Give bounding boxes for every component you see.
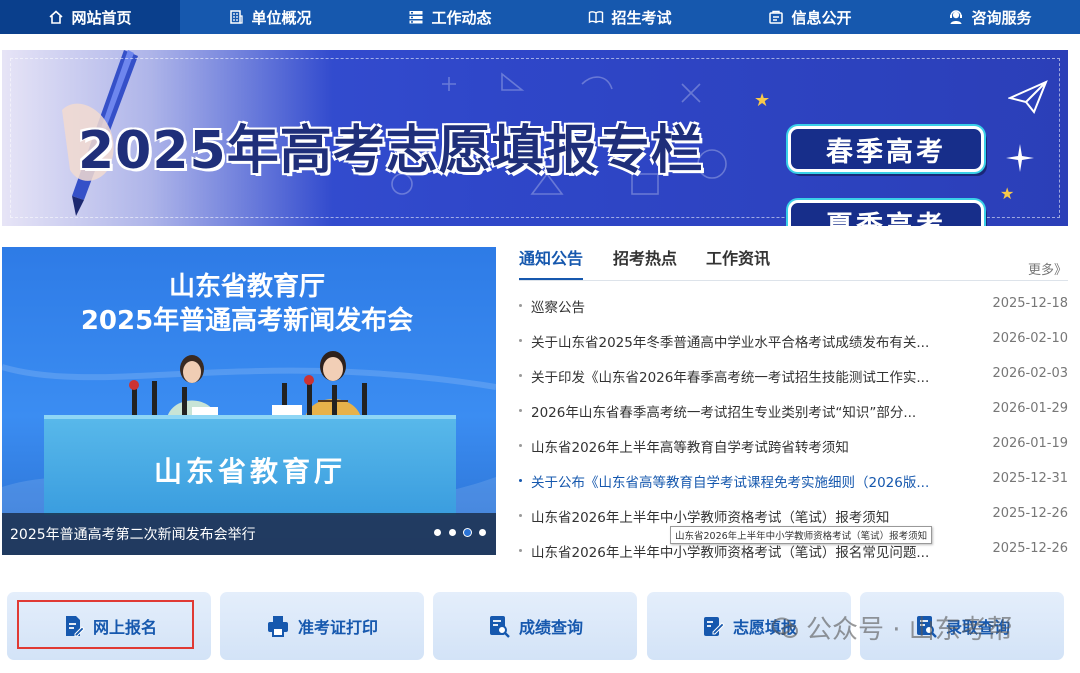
list-icon xyxy=(408,9,424,25)
news-item[interactable]: 关于印发《山东省2026年春季高考统一考试招生技能测试工作实... 2026-0… xyxy=(519,366,1068,388)
news-item[interactable]: 山东省2026年上半年中小学教师资格考试（笔试）报名常见问题... 2025-1… xyxy=(519,541,1068,563)
star-icon: ★ xyxy=(1000,184,1015,203)
news-title[interactable]: 山东省2026年上半年高等教育自学考试跨省转考须知 xyxy=(531,436,931,456)
photo-heading-line1: 山东省教育厅 xyxy=(168,272,325,302)
bullet-icon xyxy=(519,514,522,517)
nav-home-label: 网站首页 xyxy=(71,8,132,27)
news-title[interactable]: 巡察公告 xyxy=(531,296,931,316)
carousel-dot-active[interactable] xyxy=(464,529,471,536)
score-search-icon xyxy=(487,614,511,638)
news-title[interactable]: 关于印发《山东省2026年春季高考统一考试招生技能测试工作实... xyxy=(531,366,931,386)
sparkle-icon xyxy=(1006,144,1034,172)
watermark-text: 公众号 · 山东考帮 xyxy=(806,615,1013,645)
news-date: 2025-12-26 xyxy=(992,506,1068,521)
title-tooltip: 山东省2026年上半年中小学教师资格考试（笔试）报考须知 xyxy=(670,526,933,544)
news-date: 2026-02-03 xyxy=(992,366,1068,381)
photo-heading-line2: 2025年普通高考新闻发布会 xyxy=(80,306,414,336)
summer-gaokao-button[interactable]: 夏季高考 xyxy=(788,200,984,226)
news-date: 2026-01-19 xyxy=(992,436,1068,451)
carousel-dot[interactable] xyxy=(449,529,456,536)
nav-exams[interactable]: 招生考试 xyxy=(540,0,720,34)
printer-icon xyxy=(266,614,290,638)
carousel-dots xyxy=(434,529,486,536)
news-title[interactable]: 2026年山东省春季高考统一考试招生专业类别考试“知识”部分... xyxy=(531,401,931,421)
news-date: 2025-12-31 xyxy=(992,471,1068,486)
bullet-icon xyxy=(519,339,522,342)
bullet-icon xyxy=(519,304,522,307)
news-title[interactable]: 关于公布《山东省高等教育自学考试课程免考实施细则（2026版... xyxy=(531,471,931,491)
news-date: 2026-01-29 xyxy=(992,401,1068,416)
bullet-icon xyxy=(519,549,522,552)
admit-card-print-button[interactable]: 准考证打印 xyxy=(220,592,424,660)
top-navigation: 网站首页 单位概况 工作动态 招生考试 信息公开 咨询服务 xyxy=(0,0,1080,34)
news-title[interactable]: 山东省2026年上半年中小学教师资格考试（笔试）报名常见问题... xyxy=(531,541,931,561)
gaokao-banner[interactable]: 2025年高考志愿填报专栏 ★ ★ 春季高考 夏季高考 xyxy=(2,50,1068,226)
news-item[interactable]: 巡察公告 2025-12-18 xyxy=(519,296,1068,318)
bullet-icon xyxy=(519,444,522,447)
wechat-watermark: 公众号 · 山东考帮 xyxy=(772,609,1013,646)
score-query-button[interactable]: 成绩查询 xyxy=(433,592,637,660)
news-item[interactable]: 2026年山东省春季高考统一考试招生专业类别考试“知识”部分... 2026-0… xyxy=(519,401,1068,423)
bullet-icon xyxy=(519,374,522,377)
star-icon: ★ xyxy=(754,90,771,111)
news-item[interactable]: 关于山东省2025年冬季普通高中学业水平合格考试成绩发布有关... 2026-0… xyxy=(519,331,1068,353)
nav-consult[interactable]: 咨询服务 xyxy=(900,0,1080,34)
tab-notices[interactable]: 通知公告 xyxy=(519,247,584,280)
nav-news-label: 工作动态 xyxy=(431,8,492,27)
news-date: 2025-12-26 xyxy=(992,541,1068,556)
admit-card-print-label: 准考证打印 xyxy=(297,618,378,637)
nav-news[interactable]: 工作动态 xyxy=(360,0,540,34)
news-item-hovered[interactable]: 关于公布《山东省高等教育自学考试课程免考实施细则（2026版... 2025-1… xyxy=(519,471,1068,493)
building-icon xyxy=(228,9,244,25)
nav-consult-label: 咨询服务 xyxy=(971,8,1032,27)
tab-admission-hot[interactable]: 招考热点 xyxy=(613,247,677,280)
form-edit-icon xyxy=(701,614,725,638)
headset-icon xyxy=(948,9,964,25)
wechat-icon xyxy=(772,617,798,638)
news-date: 2026-02-10 xyxy=(992,331,1068,346)
tab-work-news[interactable]: 工作资讯 xyxy=(706,247,770,280)
photo-caption[interactable]: 2025年普通高考第二次新闻发布会举行 xyxy=(10,524,256,544)
paper-plane-icon xyxy=(1008,80,1048,114)
carousel-dot[interactable] xyxy=(434,529,441,536)
news-title[interactable]: 山东省2026年上半年中小学教师资格考试（笔试）报考须知 xyxy=(531,506,931,526)
book-icon xyxy=(588,9,604,25)
news-date: 2025-12-18 xyxy=(992,296,1068,311)
score-query-label: 成绩查询 xyxy=(518,618,583,637)
bullet-icon xyxy=(519,479,522,482)
nav-about-label: 单位概况 xyxy=(251,8,312,27)
news-item[interactable]: 山东省2026年上半年中小学教师资格考试（笔试）报考须知 2025-12-26 xyxy=(519,506,1068,528)
news-tabs: 通知公告 招考热点 工作资讯 xyxy=(519,247,1068,281)
nav-exams-label: 招生考试 xyxy=(611,8,672,27)
news-title[interactable]: 关于山东省2025年冬季普通高中学业水平合格考试成绩发布有关... xyxy=(531,331,931,351)
carousel-dot[interactable] xyxy=(479,529,486,536)
nav-about[interactable]: 单位概况 xyxy=(180,0,360,34)
desk-banner-text: 山东省教育厅 xyxy=(153,455,346,488)
info-icon xyxy=(768,9,784,25)
bullet-icon xyxy=(519,409,522,412)
more-link[interactable]: 更多》 xyxy=(1028,259,1067,278)
highlight-box xyxy=(17,600,194,649)
nav-home[interactable]: 网站首页 xyxy=(0,0,180,34)
banner-title: 2025年高考志愿填报专栏 xyxy=(78,121,704,181)
spring-gaokao-button[interactable]: 春季高考 xyxy=(788,126,984,172)
home-icon xyxy=(48,9,64,25)
nav-disclosure-label: 信息公开 xyxy=(791,8,852,27)
nav-disclosure[interactable]: 信息公开 xyxy=(720,0,900,34)
news-item[interactable]: 山东省2026年上半年高等教育自学考试跨省转考须知 2026-01-19 xyxy=(519,436,1068,458)
